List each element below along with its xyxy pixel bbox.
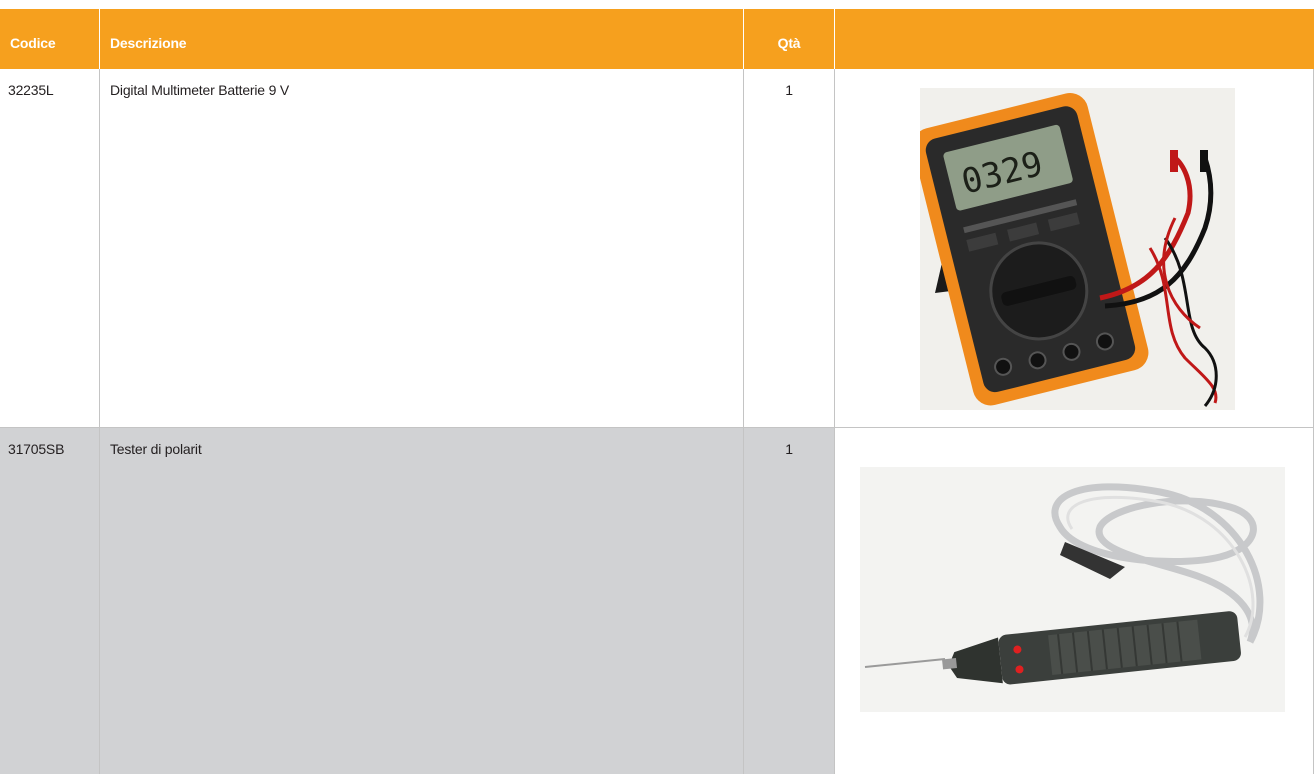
header-codice: Codice bbox=[10, 35, 56, 51]
cell-qta: 1 bbox=[743, 428, 834, 774]
header-image bbox=[834, 9, 1314, 69]
header-descrizione: Descrizione bbox=[99, 9, 743, 69]
cell-descrizione: Digital Multimeter Batterie 9 V bbox=[99, 69, 743, 427]
cell-descrizione: Tester di polarit bbox=[99, 428, 743, 774]
cell-qta: 1 bbox=[743, 69, 834, 427]
polarity-tester-photo bbox=[860, 467, 1285, 712]
cell-codice: 32235L bbox=[8, 82, 54, 98]
header-qta: Qtà bbox=[743, 9, 834, 69]
table-header: Codice Descrizione Qtà bbox=[0, 9, 1314, 69]
cell-codice: 31705SB bbox=[0, 428, 99, 774]
digital-multimeter-photo: 0329 bbox=[912, 88, 1235, 410]
